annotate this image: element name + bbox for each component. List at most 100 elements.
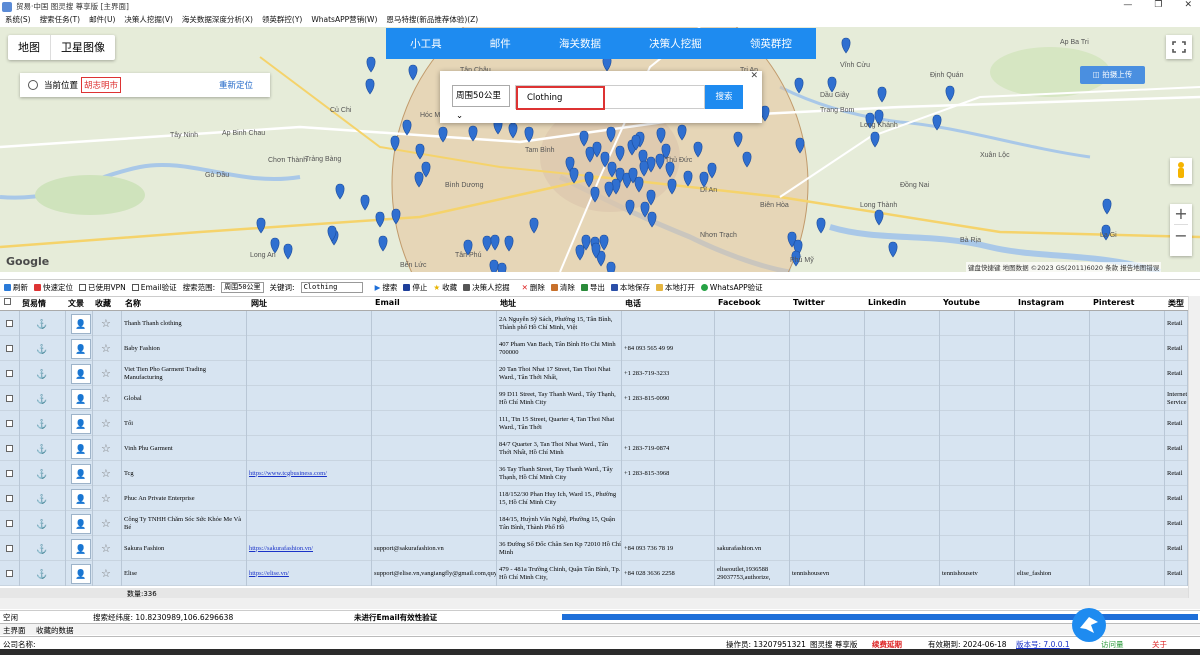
col-phone[interactable]: 电话 — [625, 298, 641, 309]
map-view[interactable]: Ap Ba Tri Ap Binh Chau Chơn Thành Trảng Bàn… — [0, 27, 1200, 272]
keyword-input[interactable]: Clothing — [515, 85, 705, 110]
search-button[interactable]: ▶ 搜索 — [375, 282, 398, 293]
clear-button[interactable]: 清除 — [550, 282, 575, 293]
decision-maker-button[interactable]: 决策人挖掘 — [463, 282, 510, 293]
menu-mail[interactable]: 邮件(U) — [89, 14, 115, 25]
favorite-star-icon[interactable]: ☆ — [101, 493, 111, 504]
tab-customs[interactable]: 海关数据 — [559, 36, 601, 51]
col-pinterest[interactable]: Pinterest — [1093, 298, 1135, 307]
profile-icon[interactable]: 👤 — [71, 563, 91, 584]
menu-system[interactable]: 系统(S) — [5, 14, 31, 25]
anchor-icon[interactable]: ⚓ — [36, 544, 47, 553]
map-pin-icon[interactable] — [365, 78, 375, 95]
cell-url-value[interactable]: https://www.tcgbusiness.com/ — [249, 470, 327, 478]
close-button[interactable]: ✕ — [1184, 0, 1192, 10]
favorite-star-icon[interactable]: ☆ — [101, 418, 111, 429]
anchor-icon[interactable]: ⚓ — [36, 494, 47, 503]
col-trade[interactable]: 贸易情 — [22, 298, 46, 309]
map-pin-icon[interactable] — [360, 194, 370, 211]
table-row[interactable]: ⚓ 👤 ☆ Sakura Fashion https://sakurafashion.v… — [0, 536, 1188, 561]
col-url[interactable]: 网址 — [251, 298, 267, 309]
relocate-link[interactable]: 重新定位 — [219, 79, 253, 91]
email-verify-checkbox[interactable]: Email验证 — [131, 282, 177, 293]
row-checkbox[interactable] — [6, 345, 13, 352]
map-pin-icon[interactable] — [888, 241, 898, 258]
table-row[interactable]: ⚓ 👤 ☆ Global 99 D11 Street, Tay Thanh Ward.,… — [0, 386, 1188, 411]
menu-linkedin[interactable]: 领英群控(Y) — [262, 14, 302, 25]
favorite-star-icon[interactable]: ☆ — [101, 443, 111, 454]
profile-icon[interactable]: 👤 — [71, 513, 91, 534]
row-checkbox[interactable] — [6, 370, 13, 377]
map-pin-icon[interactable] — [874, 209, 884, 226]
map-search-button[interactable]: 搜索 — [705, 85, 743, 109]
map-pin-icon[interactable] — [606, 261, 616, 272]
tab-favorites[interactable]: 收藏的数据 — [36, 625, 74, 636]
export-button[interactable]: 导出 — [580, 282, 605, 293]
table-row[interactable]: ⚓ 👤 ☆ Công Ty TNHH Chăm Sóc Sức Khỏe Me Và … — [0, 511, 1188, 536]
anchor-icon[interactable]: ⚓ — [36, 419, 47, 428]
col-view[interactable]: 文景 — [68, 298, 84, 309]
whatsapp-verify-button[interactable]: WhatsAPP验证 — [700, 282, 763, 293]
cell-url-value[interactable]: https://elise.vn/ — [249, 570, 289, 578]
street-view-button[interactable] — [1170, 158, 1192, 184]
table-row[interactable]: ⚓ 👤 ☆ Thanh Thanh clothing 2A Nguyễn Sỹ Sách… — [0, 311, 1188, 336]
zoom-out-button[interactable]: − — [1170, 226, 1192, 245]
anchor-icon[interactable]: ⚓ — [36, 394, 47, 403]
map-attribution[interactable]: 键盘快捷键 地图数据 ©2023 GS(2011)6020 条款 报告地图错误 — [966, 262, 1162, 272]
favorite-button[interactable]: ★ 收藏 — [433, 282, 457, 293]
anchor-icon[interactable]: ⚓ — [36, 569, 47, 578]
anchor-icon[interactable]: ⚓ — [36, 344, 47, 353]
profile-icon[interactable]: 👤 — [71, 388, 91, 409]
tab-main[interactable]: 主界面 — [3, 625, 26, 636]
map-pin-icon[interactable] — [489, 259, 499, 272]
upload-photo-button[interactable]: ◫ 拍摄上传 — [1080, 66, 1145, 84]
row-checkbox[interactable] — [6, 445, 13, 452]
map-pin-icon[interactable] — [827, 76, 837, 93]
anchor-icon[interactable]: ⚓ — [36, 319, 47, 328]
col-linkedin[interactable]: Linkedin — [868, 298, 906, 307]
map-pin-icon[interactable] — [870, 131, 880, 148]
menu-search-task[interactable]: 搜索任务(T) — [40, 14, 80, 25]
menu-decision-maker[interactable]: 决策人挖掘(V) — [124, 14, 172, 25]
horizontal-scrollbar[interactable] — [0, 598, 1200, 609]
tab-linkedin[interactable]: 领英群控 — [750, 36, 792, 51]
favorite-star-icon[interactable]: ☆ — [101, 368, 111, 379]
table-row[interactable]: ⚓ 👤 ☆ Tcg https://www.tcgbusiness.com/36 Tay… — [0, 461, 1188, 486]
map-pin-icon[interactable] — [366, 56, 376, 73]
profile-icon[interactable]: 👤 — [71, 538, 91, 559]
col-name[interactable]: 名称 — [125, 298, 141, 309]
table-row[interactable]: ⚓ 👤 ☆ Phuc An Private Enterprise 118/152/30 … — [0, 486, 1188, 511]
favorite-star-icon[interactable]: ☆ — [101, 568, 111, 579]
radius-select[interactable]: 周围50公里 ⌄ — [452, 85, 510, 121]
col-email[interactable]: Email — [375, 298, 400, 307]
refresh-button[interactable]: 刷新 — [4, 282, 28, 293]
anchor-icon[interactable]: ⚓ — [36, 444, 47, 453]
col-instagram[interactable]: Instagram — [1018, 298, 1064, 307]
profile-icon[interactable]: 👤 — [71, 413, 91, 434]
anchor-icon[interactable]: ⚓ — [36, 369, 47, 378]
map-pin-icon[interactable] — [816, 217, 826, 234]
map-pin-icon[interactable] — [408, 64, 418, 81]
anchor-icon[interactable]: ⚓ — [36, 469, 47, 478]
scope-select[interactable]: 周围50公里 — [221, 281, 264, 293]
save-local-button[interactable]: 本地保存 — [610, 282, 650, 293]
anchor-icon[interactable]: ⚓ — [36, 519, 47, 528]
map-pin-icon[interactable] — [375, 211, 385, 228]
vertical-scrollbar[interactable] — [1188, 296, 1200, 598]
col-address[interactable]: 地址 — [500, 298, 516, 309]
map-pin-icon[interactable] — [283, 243, 293, 260]
row-checkbox[interactable] — [6, 395, 13, 402]
maximize-button[interactable]: ❐ — [1154, 0, 1162, 10]
cell-url-value[interactable]: https://sakurafashion.vn/ — [249, 545, 313, 553]
row-checkbox[interactable] — [6, 520, 13, 527]
map-canvas[interactable]: Ap Ba Tri Ap Binh Chau Chơn ThànhTrảng Bàn… — [0, 27, 1200, 272]
open-local-button[interactable]: 本地打开 — [655, 282, 695, 293]
col-favorite[interactable]: 收藏 — [95, 298, 111, 309]
vpn-checkbox[interactable]: 已使用VPN — [79, 282, 126, 293]
profile-icon[interactable]: 👤 — [71, 363, 91, 384]
menu-new-products[interactable]: 恩马特搜(新品推荐体验)(Z) — [386, 14, 478, 25]
map-pin-icon[interactable] — [335, 183, 345, 200]
assistant-bird-icon[interactable] — [1072, 608, 1106, 642]
favorite-star-icon[interactable]: ☆ — [101, 393, 111, 404]
favorite-star-icon[interactable]: ☆ — [101, 518, 111, 529]
